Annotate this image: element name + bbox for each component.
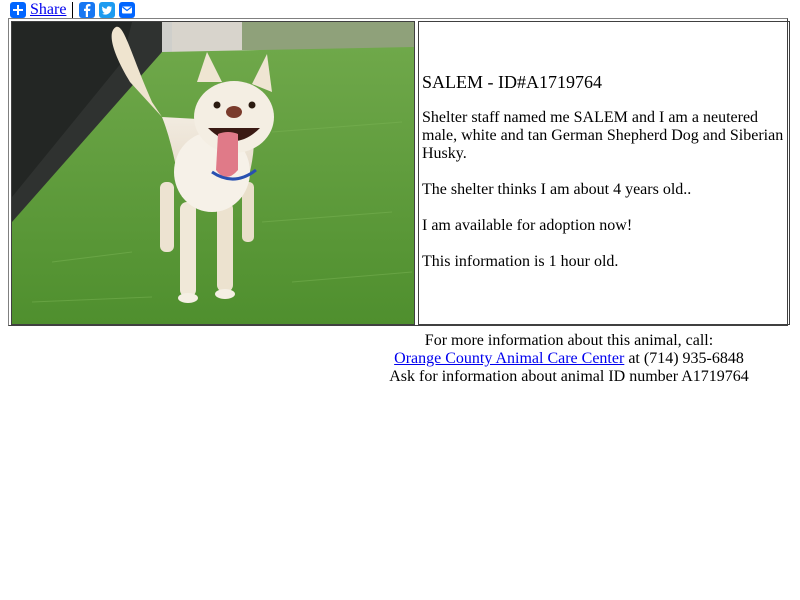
share-bar: Share [10,1,139,19]
animal-details: SALEM - ID#A1719764 Shelter staff named … [422,72,788,289]
animal-age: The shelter thinks I am about 4 years ol… [422,181,692,198]
animal-photo [11,21,415,325]
shelter-phone: (714) 935-6848 [643,350,744,367]
share-divider [72,2,74,18]
phone-prefix: at [624,350,644,367]
share-plus-icon[interactable] [10,2,26,18]
email-icon[interactable] [119,2,136,18]
contact-line: Orange County Animal Care Center at (714… [360,350,778,368]
twitter-icon[interactable] [99,2,116,18]
share-link[interactable]: Share [30,1,66,19]
animal-availability: I am available for adoption now! [422,217,633,234]
info-freshness: This information is 1 hour old. [422,253,619,270]
shelter-link[interactable]: Orange County Animal Care Center [394,350,624,367]
animal-description: Shelter staff named me SALEM and I am a … [422,109,784,162]
animal-details-cell: SALEM - ID#A1719764 Shelter staff named … [418,21,790,325]
contact-intro: For more information about this animal, … [424,332,714,349]
animal-title: SALEM - ID#A1719764 [422,72,602,92]
contact-ask: Ask for information about animal ID numb… [389,368,749,385]
contact-info: For more information about this animal, … [360,332,778,386]
dog-photo-image [12,22,414,324]
facebook-icon[interactable] [79,2,96,18]
